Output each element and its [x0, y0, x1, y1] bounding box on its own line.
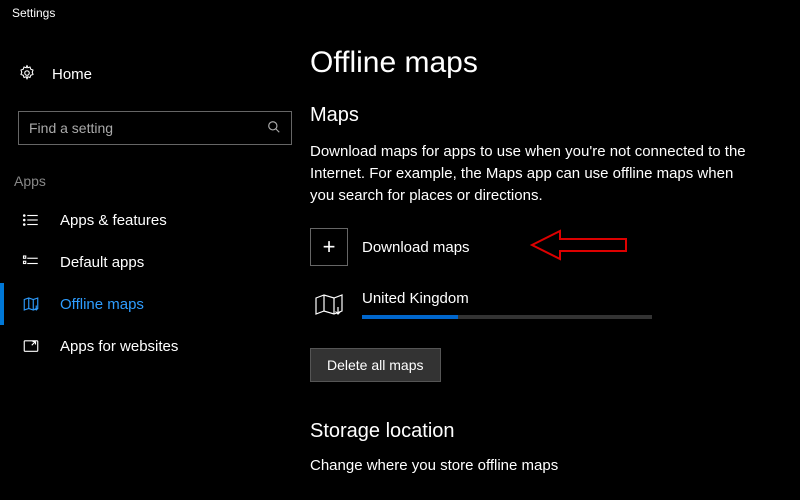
search-icon [267, 120, 281, 137]
open-external-icon [22, 337, 40, 355]
main-content: Offline maps Maps Download maps for apps… [310, 26, 800, 500]
storage-description: Change where you store offline maps [310, 457, 790, 474]
map-info: United Kingdom [362, 290, 652, 319]
list-icon [22, 211, 40, 229]
storage-heading: Storage location [310, 420, 790, 443]
home-label: Home [52, 66, 92, 83]
sidebar-item-label: Apps & features [60, 212, 167, 229]
map-entry[interactable]: United Kingdom [310, 290, 790, 320]
content-container: Home Apps Apps & features [0, 26, 800, 500]
sidebar-item-default-apps[interactable]: Default apps [0, 241, 310, 283]
download-maps-label: Download maps [362, 239, 470, 256]
sidebar-item-apps-features[interactable]: Apps & features [0, 199, 310, 241]
search-input[interactable] [29, 120, 267, 136]
page-title: Offline maps [310, 46, 790, 80]
sidebar-item-label: Default apps [60, 254, 144, 271]
maps-description: Download maps for apps to use when you'r… [310, 141, 760, 206]
maps-heading: Maps [310, 104, 790, 127]
defaults-icon [22, 253, 40, 271]
sidebar-item-offline-maps[interactable]: Offline maps [0, 283, 310, 325]
sidebar-section-label: Apps [0, 173, 310, 199]
delete-all-maps-button[interactable]: Delete all maps [310, 348, 441, 382]
sidebar: Home Apps Apps & features [0, 26, 310, 500]
sidebar-item-label: Apps for websites [60, 338, 178, 355]
window-title: Settings [0, 0, 800, 26]
progress-fill [362, 315, 458, 319]
download-maps-button[interactable]: + Download maps [310, 228, 790, 266]
search-box[interactable] [18, 111, 292, 145]
map-name: United Kingdom [362, 290, 652, 307]
sidebar-item-apps-for-websites[interactable]: Apps for websites [0, 325, 310, 367]
map-icon [310, 290, 348, 320]
sidebar-item-label: Offline maps [60, 296, 144, 313]
home-button[interactable]: Home [0, 56, 310, 93]
progress-bar [362, 315, 652, 319]
map-download-icon [22, 295, 40, 313]
plus-icon: + [310, 228, 348, 266]
gear-icon [18, 64, 36, 85]
